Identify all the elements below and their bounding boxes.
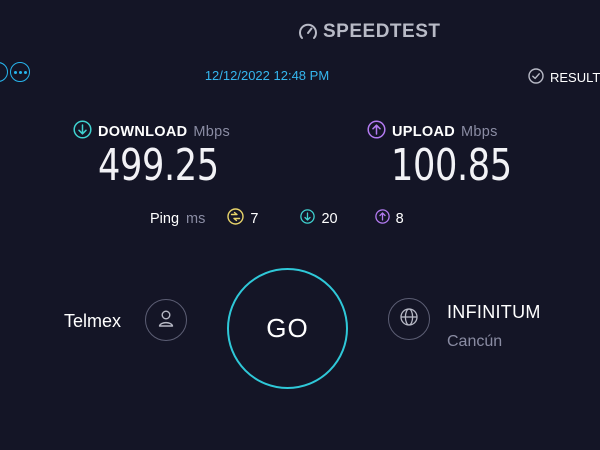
isp-user-button[interactable] <box>145 299 187 341</box>
download-latency-value: 20 <box>321 210 338 227</box>
upload-latency-value: 8 <box>395 210 404 227</box>
upload-unit: Mbps <box>461 123 498 140</box>
results-button[interactable]: RESULTS <box>528 68 600 87</box>
jitter-value: 7 <box>250 210 259 227</box>
ping-unit: ms <box>186 210 206 227</box>
ping-download: 20 <box>300 209 338 228</box>
jitter-icon <box>227 208 245 229</box>
upload-label: UPLOAD <box>392 123 456 140</box>
ping-upload: 8 <box>374 209 404 228</box>
download-label: DOWNLOAD <box>98 123 188 140</box>
speedtest-logo: SPEEDTEST <box>298 20 440 44</box>
logo-text: SPEEDTEST <box>323 21 441 42</box>
ping-label: Ping <box>150 210 180 227</box>
server-location: Cancún <box>447 333 503 350</box>
server-name: INFINITUM <box>447 302 541 322</box>
results-label: RESULTS <box>550 70 600 85</box>
download-value: 499.25 <box>98 140 219 191</box>
gauge-icon <box>298 22 318 42</box>
download-unit: Mbps <box>193 123 231 140</box>
test-datetime: 12/12/2022 12:48 PM <box>204 68 330 83</box>
upload-latency-icon <box>374 209 390 228</box>
ping-jitter: 7 <box>227 208 258 229</box>
user-icon <box>156 308 176 333</box>
isp-name: Telmex <box>64 311 122 331</box>
go-button[interactable]: GO <box>227 268 348 389</box>
upload-value: 100.85 <box>391 140 512 191</box>
upload-arrow-icon <box>367 120 386 143</box>
ping-row: Ping ms 7 20 8 <box>150 208 404 229</box>
check-circle-icon <box>528 68 544 87</box>
globe-icon <box>399 307 419 332</box>
server-button[interactable] <box>388 298 430 340</box>
download-latency-icon <box>300 209 316 228</box>
download-arrow-icon <box>73 120 92 143</box>
